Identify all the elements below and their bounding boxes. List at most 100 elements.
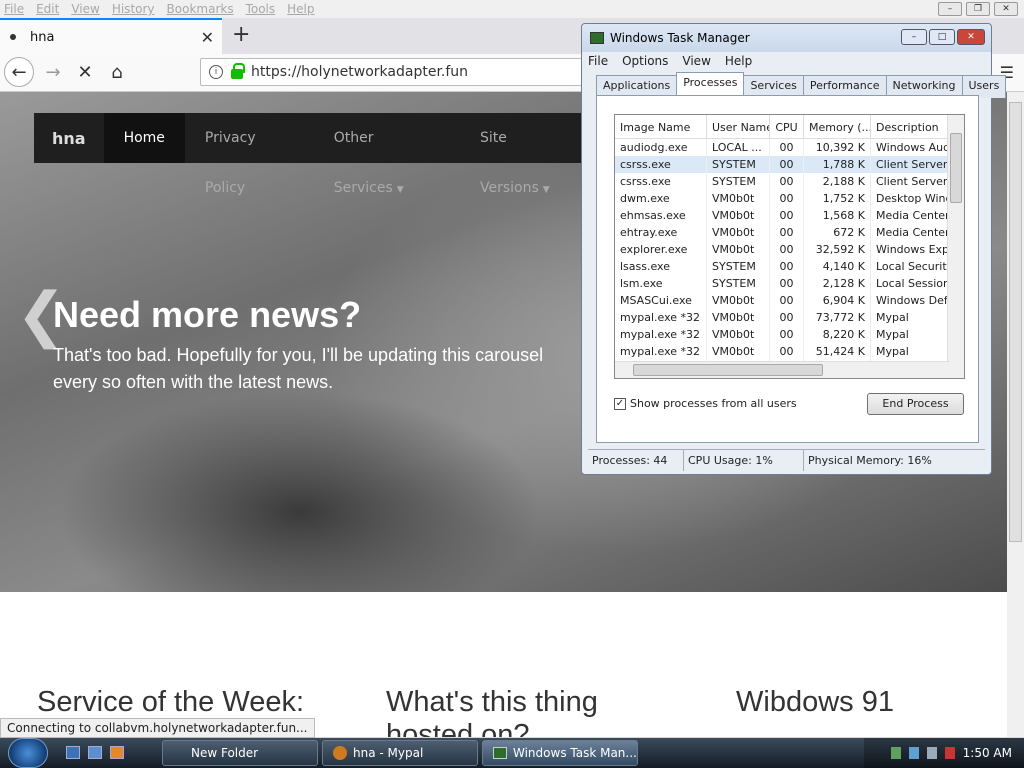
menu-tools[interactable]: Tools xyxy=(246,2,276,16)
taskbar-task-manager[interactable]: Windows Task Man... xyxy=(482,740,638,766)
menu-edit[interactable]: Edit xyxy=(36,2,59,16)
url-bar[interactable]: i https://holynetworkadapter.fun xyxy=(200,58,590,86)
process-cpu: 00 xyxy=(770,309,804,326)
menu-history[interactable]: History xyxy=(112,2,155,16)
process-row[interactable]: ehmsas.exe VM0b0t 00 1,568 K Media Center I xyxy=(615,207,964,224)
process-memory: 4,140 K xyxy=(804,258,871,275)
tm-close-button[interactable]: ✕ xyxy=(957,29,985,45)
task-manager-menubar: File Options View Help xyxy=(588,54,752,68)
process-list-hscroll[interactable] xyxy=(615,361,949,378)
show-all-checkbox[interactable]: ✓ xyxy=(614,397,626,410)
taskbar-new-folder[interactable]: New Folder xyxy=(162,740,318,766)
process-row[interactable]: mypal.exe *32 VM0b0t 00 51,424 K Mypal xyxy=(615,343,964,360)
process-row[interactable]: lsass.exe SYSTEM 00 4,140 K Local Security xyxy=(615,258,964,275)
site-navbar: hna Home Privacy Policy Other Services ▼ … xyxy=(34,113,594,196)
tm-menu-view[interactable]: View xyxy=(682,54,710,68)
process-row[interactable]: csrss.exeSYSTEM002,188 KClient Server R xyxy=(615,173,964,190)
process-description: Local Security xyxy=(871,258,950,275)
browser-menubar: File Edit View History Bookmarks Tools H… xyxy=(0,0,1024,18)
page-scrollbar[interactable] xyxy=(1007,92,1024,737)
close-tab-icon[interactable]: ✕ xyxy=(201,28,214,47)
lock-icon xyxy=(231,63,245,79)
tm-menu-help[interactable]: Help xyxy=(725,54,752,68)
show-desktop-icon[interactable] xyxy=(66,746,80,759)
column-description[interactable]: Description xyxy=(871,115,950,138)
close-button[interactable]: ✕ xyxy=(994,2,1018,16)
menu-file[interactable]: File xyxy=(4,2,24,16)
display-icon[interactable] xyxy=(926,747,937,759)
carousel-title: Need more news? xyxy=(53,294,362,335)
nav-privacy-policy[interactable]: Privacy Policy xyxy=(185,113,314,196)
section-heading-service: Service of the Week: xyxy=(37,686,305,718)
process-description: Client Server R xyxy=(871,173,950,190)
nav-other-services-label: Other Services xyxy=(333,130,393,196)
process-description: Media Center I xyxy=(871,207,950,224)
process-memory: 2,188 K xyxy=(804,173,871,190)
tm-menu-file[interactable]: File xyxy=(588,54,608,68)
home-icon[interactable]: ⌂ xyxy=(102,57,132,87)
taskbar: New Folder hna - Mypal Windows Task Man.… xyxy=(0,738,1024,768)
task-manager-window: Windows Task Manager – □ ✕ File Options … xyxy=(581,23,1007,475)
taskbar-new-folder-label: New Folder xyxy=(191,746,259,760)
tab-processes[interactable]: Processes xyxy=(676,72,745,95)
process-memory: 2,128 K xyxy=(804,275,871,292)
menu-bookmarks[interactable]: Bookmarks xyxy=(167,2,234,16)
process-row[interactable]: explorer.exeVM0b0t0032,592 KWindows Expl… xyxy=(615,241,964,258)
scrollbar-thumb[interactable] xyxy=(633,364,823,376)
restore-button[interactable]: ❐ xyxy=(966,2,990,16)
process-row[interactable]: MSASCui.exe VM0b0t 00 6,904 K Windows Defe xyxy=(615,292,964,309)
status-cpu: CPU Usage: 1% xyxy=(684,450,804,471)
nav-other-services[interactable]: Other Services ▼ xyxy=(314,113,460,196)
start-button[interactable] xyxy=(8,738,48,768)
process-description: Windows Explo xyxy=(871,241,950,258)
switch-windows-icon[interactable] xyxy=(88,746,102,759)
process-row[interactable]: dwm.exeVM0b0t001,752 KDesktop Windo xyxy=(615,190,964,207)
process-cpu: 00 xyxy=(770,326,804,343)
taskbar-task-manager-label: Windows Task Man... xyxy=(513,746,637,760)
firefox-icon[interactable] xyxy=(110,746,124,759)
menu-view[interactable]: View xyxy=(71,2,99,16)
column-cpu[interactable]: CPU xyxy=(770,115,804,138)
new-tab-icon[interactable]: + xyxy=(232,22,250,47)
process-rows: audiodg.exe LOCAL ... 00 10,392 K Windows Au… xyxy=(615,139,964,377)
info-icon[interactable]: i xyxy=(209,65,223,79)
column-image-name[interactable]: Image Name xyxy=(615,115,707,138)
show-all-processes[interactable]: ✓ Show processes from all users xyxy=(614,397,797,410)
tm-menu-options[interactable]: Options xyxy=(622,54,668,68)
windows-update-icon[interactable] xyxy=(908,747,919,759)
caret-down-icon: ▼ xyxy=(542,185,550,195)
volume-muted-icon[interactable] xyxy=(944,747,955,759)
clock[interactable]: 1:50 AM xyxy=(963,746,1012,760)
process-list-vscroll[interactable] xyxy=(947,115,964,378)
scrollbar-thumb[interactable] xyxy=(1009,102,1022,542)
site-brand[interactable]: hna xyxy=(34,129,104,148)
process-row[interactable]: mypal.exe *32 VM0b0t 00 8,220 K Mypal xyxy=(615,326,964,343)
process-memory: 8,220 K xyxy=(804,326,871,343)
taskbar-hna-mypal[interactable]: hna - Mypal xyxy=(322,740,478,766)
process-row[interactable]: audiodg.exe LOCAL ... 00 10,392 K Windows Au… xyxy=(615,139,964,156)
process-image-name: ehmsas.exe xyxy=(615,207,707,224)
process-row[interactable]: csrss.exeSYSTEM001,788 KClient Server R xyxy=(615,156,964,173)
menu-help[interactable]: Help xyxy=(287,2,314,16)
end-process-button[interactable]: End Process xyxy=(867,393,964,415)
process-description: Windows Audio xyxy=(871,139,950,156)
network-icon[interactable] xyxy=(890,747,901,759)
tm-maximize-button[interactable]: □ xyxy=(929,29,955,45)
process-row[interactable]: ehtray.exeVM0b0t00672 KMedia Center T xyxy=(615,224,964,241)
nav-home[interactable]: Home xyxy=(103,113,185,163)
column-user-name[interactable]: User Name xyxy=(707,115,770,138)
forward-button[interactable]: → xyxy=(38,57,68,87)
process-row[interactable]: mypal.exe *32 VM0b0t 00 73,772 K Mypal xyxy=(615,309,964,326)
stop-button[interactable]: ✕ xyxy=(70,57,100,87)
tm-minimize-button[interactable]: – xyxy=(901,29,927,45)
nav-site-versions[interactable]: Site Versions ▼ xyxy=(460,113,594,196)
process-memory: 1,752 K xyxy=(804,190,871,207)
caret-down-icon: ▼ xyxy=(396,185,404,195)
minimize-button[interactable]: – xyxy=(938,2,962,16)
scrollbar-thumb[interactable] xyxy=(950,133,962,203)
tab-hna[interactable]: hna ✕ xyxy=(0,18,222,54)
system-tray: 1:50 AM xyxy=(864,738,1024,768)
back-button[interactable]: ← xyxy=(4,57,34,87)
process-row[interactable]: lsm.exeSYSTEM002,128 KLocal Session M xyxy=(615,275,964,292)
column-memory[interactable]: Memory (... xyxy=(804,115,871,138)
